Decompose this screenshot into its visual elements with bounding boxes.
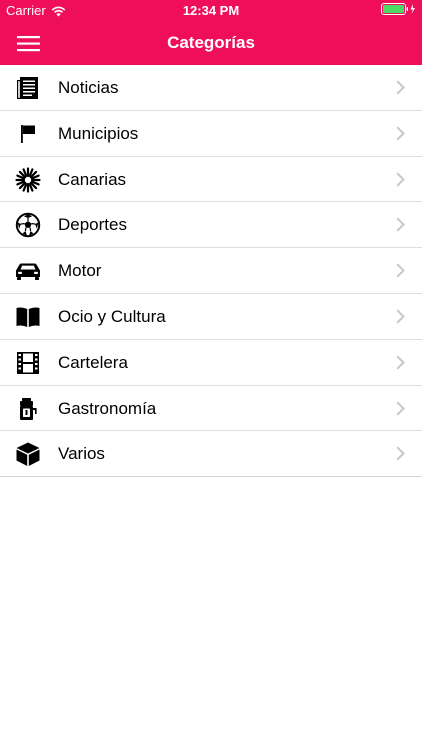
battery-icon	[381, 3, 415, 15]
soccer-ball-icon	[15, 212, 41, 238]
category-label: Gastronomía	[58, 398, 157, 418]
newspaper-icon	[15, 75, 41, 101]
category-row-noticias[interactable]: Noticias	[0, 65, 422, 111]
chevron-right-icon	[396, 80, 405, 95]
category-label: Motor	[58, 261, 102, 281]
chevron-right-icon	[396, 126, 405, 141]
category-label: Varios	[58, 444, 105, 464]
app-screen: Carrier 12:34 PM Categorías Noticias Mun…	[0, 0, 422, 750]
category-row-deportes[interactable]: Deportes	[0, 202, 422, 249]
category-row-motor[interactable]: Motor	[0, 248, 422, 294]
category-row-gastronomia[interactable]: Gastronomía	[0, 386, 422, 432]
chevron-right-icon	[396, 446, 405, 461]
category-label: Noticias	[58, 78, 119, 97]
category-list: Noticias Municipios Canarias Deportes Mo…	[0, 65, 422, 478]
kitchen-appliance-icon	[15, 396, 41, 422]
chevron-right-icon	[396, 355, 405, 370]
category-row-varios[interactable]: Varios	[0, 431, 422, 478]
chevron-right-icon	[396, 172, 405, 187]
chevron-right-icon	[396, 217, 405, 232]
page-title: Categorías	[167, 33, 255, 52]
category-row-cartelera[interactable]: Cartelera	[0, 340, 422, 386]
status-time: 12:34 PM	[182, 3, 240, 18]
category-row-canarias[interactable]: Canarias	[0, 157, 422, 203]
category-row-municipios[interactable]: Municipios	[0, 111, 422, 157]
category-row-ocio-y-cultura[interactable]: Ocio y Cultura	[0, 294, 422, 340]
category-label: Ocio y Cultura	[58, 306, 166, 326]
starburst-icon	[15, 166, 41, 193]
navigation-bar: Categorías	[0, 22, 422, 65]
film-strip-icon	[15, 350, 41, 376]
flag-icon	[15, 121, 41, 147]
chevron-right-icon	[396, 263, 405, 278]
battery-indicator	[381, 3, 417, 15]
chevron-right-icon	[396, 401, 405, 416]
category-label: Cartelera	[58, 352, 128, 372]
status-bar: Carrier 12:34 PM	[0, 0, 422, 22]
chevron-right-icon	[396, 309, 405, 324]
box-icon	[15, 441, 41, 467]
category-label: Deportes	[58, 215, 127, 235]
car-icon	[15, 258, 41, 284]
header-bar: Carrier 12:34 PM Categorías	[0, 0, 422, 65]
category-label: Municipios	[58, 123, 139, 143]
category-label: Canarias	[58, 169, 127, 189]
open-book-icon	[15, 304, 41, 330]
